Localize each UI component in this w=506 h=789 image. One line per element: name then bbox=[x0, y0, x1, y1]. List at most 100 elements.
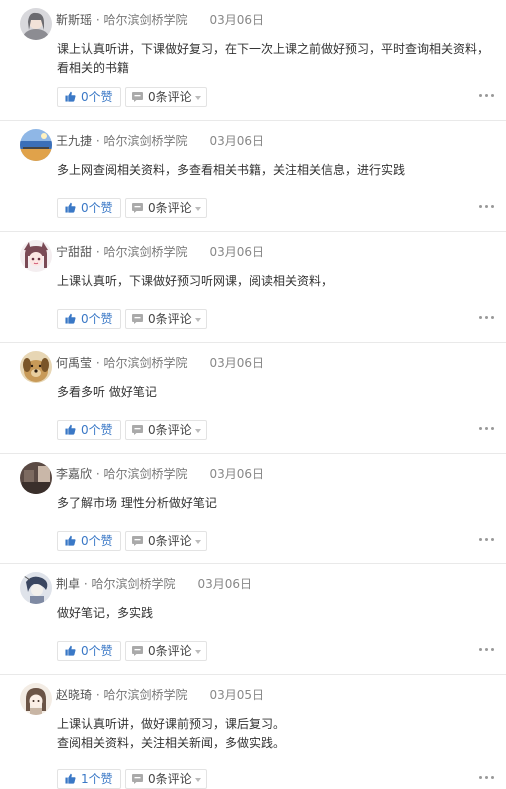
comment-text-line: 做好笔记，多实践 bbox=[57, 606, 154, 620]
comment-button[interactable]: 0条评论 bbox=[125, 87, 207, 107]
thumbs-up-icon bbox=[65, 202, 76, 213]
like-count: 0个赞 bbox=[81, 644, 113, 658]
comment-text-line: 查阅相关资料，关注相关新闻，多做实践。 bbox=[57, 736, 286, 750]
school-name: 哈尔滨剑桥学院 bbox=[103, 134, 188, 148]
sketch-portrait-icon bbox=[20, 572, 52, 604]
comment-icon bbox=[132, 646, 143, 656]
comment-button[interactable]: 0条评论 bbox=[125, 769, 207, 789]
dog-icon bbox=[20, 351, 52, 383]
comment-content: 多上网查阅相关资料，多查看相关书籍，关注相关信息，进行实践 bbox=[57, 161, 497, 180]
like-button[interactable]: 1个赞 bbox=[57, 769, 121, 789]
thumbs-up-icon bbox=[65, 773, 76, 784]
comment-button[interactable]: 0条评论 bbox=[125, 420, 207, 440]
post-date: 03月06日 bbox=[197, 577, 253, 591]
avatar[interactable] bbox=[20, 351, 52, 383]
post-date: 03月05日 bbox=[209, 688, 265, 702]
like-button[interactable]: 0个赞 bbox=[57, 420, 121, 440]
more-options-icon[interactable] bbox=[477, 646, 495, 654]
comment-button[interactable]: 0条评论 bbox=[125, 641, 207, 661]
comment-count: 0条评论 bbox=[148, 423, 192, 437]
more-options-icon[interactable] bbox=[477, 425, 495, 433]
comment-feed: 靳斯瑶 · 哈尔滨剑桥学院 03月06日 课上认真听讲，下课做好复习，在下一次上课… bbox=[0, 0, 506, 789]
comment-content: 做好笔记，多实践 bbox=[57, 604, 497, 623]
avatar[interactable] bbox=[20, 129, 52, 161]
comment-post: 荆卓 · 哈尔滨剑桥学院 03月06日 做好笔记，多实践 0个赞 0条评论 bbox=[0, 564, 506, 675]
avatar[interactable] bbox=[20, 683, 52, 715]
meta-separator: · bbox=[80, 577, 92, 591]
comment-button[interactable]: 0条评论 bbox=[125, 309, 207, 329]
meta-separator: · bbox=[92, 13, 104, 27]
chevron-down-icon bbox=[195, 96, 201, 100]
woman-portrait-icon bbox=[20, 8, 52, 40]
post-meta: 荆卓 · 哈尔滨剑桥学院 03月06日 bbox=[56, 576, 252, 592]
meta-separator: · bbox=[92, 356, 104, 370]
school-name: 哈尔滨剑桥学院 bbox=[103, 688, 188, 702]
comment-content: 多看多听 做好笔记 bbox=[57, 383, 497, 402]
landscape-icon bbox=[20, 129, 52, 161]
comment-button[interactable]: 0条评论 bbox=[125, 198, 207, 218]
like-button[interactable]: 0个赞 bbox=[57, 309, 121, 329]
post-meta: 靳斯瑶 · 哈尔滨剑桥学院 03月06日 bbox=[56, 12, 264, 28]
avatar[interactable] bbox=[20, 240, 52, 272]
author-name[interactable]: 宁甜甜 bbox=[56, 245, 92, 259]
more-options-icon[interactable] bbox=[477, 536, 495, 544]
more-options-icon[interactable] bbox=[477, 774, 495, 782]
thumbs-up-icon bbox=[65, 645, 76, 656]
cartoon-girl-icon bbox=[20, 683, 52, 715]
author-name[interactable]: 靳斯瑶 bbox=[56, 13, 92, 27]
comment-count: 0条评论 bbox=[148, 534, 192, 548]
more-options-icon[interactable] bbox=[477, 92, 495, 100]
school-name: 哈尔滨剑桥学院 bbox=[103, 245, 188, 259]
like-button[interactable]: 0个赞 bbox=[57, 198, 121, 218]
comment-icon bbox=[132, 425, 143, 435]
like-button[interactable]: 0个赞 bbox=[57, 641, 121, 661]
like-count: 0个赞 bbox=[81, 312, 113, 326]
post-meta: 宁甜甜 · 哈尔滨剑桥学院 03月06日 bbox=[56, 244, 264, 260]
like-button[interactable]: 0个赞 bbox=[57, 531, 121, 551]
author-name[interactable]: 李嘉欣 bbox=[56, 467, 92, 481]
like-count: 0个赞 bbox=[81, 534, 113, 548]
comment-post: 王九捷 · 哈尔滨剑桥学院 03月06日 多上网查阅相关资料，多查看相关书籍，关注… bbox=[0, 121, 506, 232]
author-name[interactable]: 荆卓 bbox=[56, 577, 80, 591]
chevron-down-icon bbox=[195, 778, 201, 782]
author-name[interactable]: 王九捷 bbox=[56, 134, 92, 148]
author-name[interactable]: 何禹莹 bbox=[56, 356, 92, 370]
avatar[interactable] bbox=[20, 462, 52, 494]
thumbs-up-icon bbox=[65, 424, 76, 435]
comment-text-line: 多上网查阅相关资料，多查看相关书籍，关注相关信息，进行实践 bbox=[57, 163, 406, 177]
thumbs-up-icon bbox=[65, 535, 76, 546]
more-options-icon[interactable] bbox=[477, 314, 495, 322]
more-options-icon[interactable] bbox=[477, 203, 495, 211]
avatar[interactable] bbox=[20, 8, 52, 40]
post-date: 03月06日 bbox=[209, 356, 265, 370]
school-name: 哈尔滨剑桥学院 bbox=[91, 577, 176, 591]
post-meta: 赵晓琦 · 哈尔滨剑桥学院 03月05日 bbox=[56, 687, 264, 703]
meta-separator: · bbox=[92, 688, 104, 702]
chevron-down-icon bbox=[195, 540, 201, 544]
comment-post: 赵晓琦 · 哈尔滨剑桥学院 03月05日 上课认真听讲，做好课前预习，课后复习。查… bbox=[0, 675, 506, 789]
comment-text-line: 多看多听 做好笔记 bbox=[57, 385, 157, 399]
chevron-down-icon bbox=[195, 207, 201, 211]
author-name[interactable]: 赵晓琦 bbox=[56, 688, 92, 702]
comment-icon bbox=[132, 203, 143, 213]
post-date: 03月06日 bbox=[209, 467, 265, 481]
comment-button[interactable]: 0条评论 bbox=[125, 531, 207, 551]
chevron-down-icon bbox=[195, 318, 201, 322]
comment-count: 0条评论 bbox=[148, 312, 192, 326]
comment-content: 上课认真听，下课做好预习听网课，阅读相关资料， bbox=[57, 272, 497, 291]
post-date: 03月06日 bbox=[209, 134, 265, 148]
comment-text-line: 课上认真听讲，下课做好复习，在下一次上课之前做好预习，平时查询相关资料， bbox=[57, 42, 490, 56]
comment-text-line: 上课认真听讲，做好课前预习，课后复习。 bbox=[57, 717, 286, 731]
avatar[interactable] bbox=[20, 572, 52, 604]
comment-icon bbox=[132, 774, 143, 784]
like-button[interactable]: 0个赞 bbox=[57, 87, 121, 107]
post-meta: 王九捷 · 哈尔滨剑桥学院 03月06日 bbox=[56, 133, 264, 149]
thumbs-up-icon bbox=[65, 313, 76, 324]
like-count: 1个赞 bbox=[81, 772, 113, 786]
chevron-down-icon bbox=[195, 650, 201, 654]
school-name: 哈尔滨剑桥学院 bbox=[103, 13, 188, 27]
meta-separator: · bbox=[92, 134, 104, 148]
like-count: 0个赞 bbox=[81, 423, 113, 437]
comment-count: 0条评论 bbox=[148, 644, 192, 658]
post-date: 03月06日 bbox=[209, 245, 265, 259]
